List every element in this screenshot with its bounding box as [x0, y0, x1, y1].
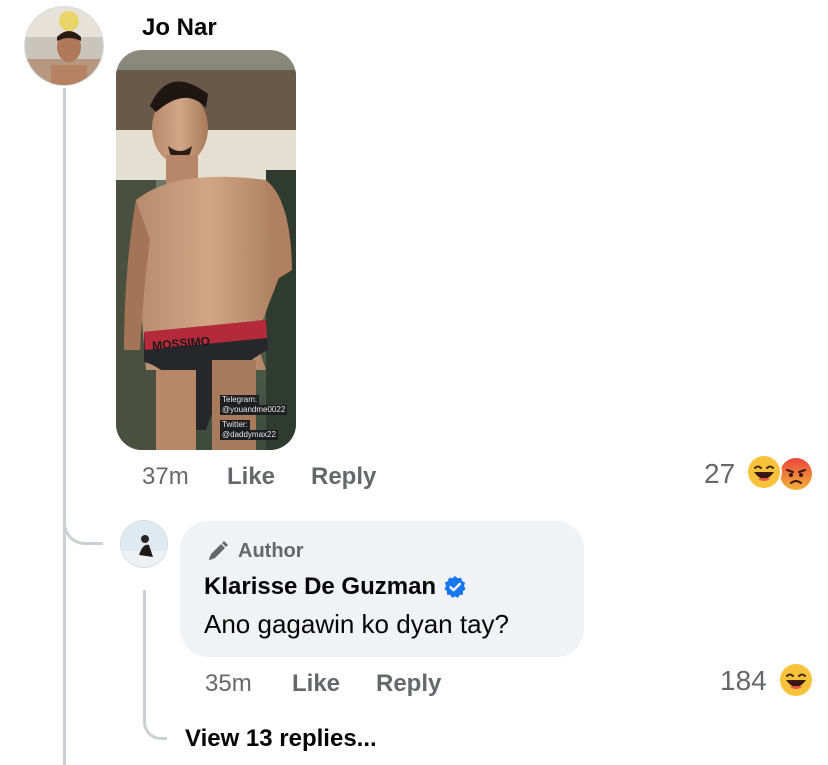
reply-reaction-count[interactable]: 184: [720, 665, 767, 697]
watermark-telegram-label: Telegram:: [220, 395, 260, 405]
reply-bubble: Author Klarisse De Guzman Ano gagawin ko…: [180, 521, 584, 657]
watermark-twitter-handle: @daddymax22: [220, 430, 278, 440]
thread-line-reply: [143, 590, 146, 700]
comment-photo-image: MOSSIMO: [116, 50, 296, 450]
verified-badge-icon: [444, 576, 466, 598]
laughing-emoji-icon: [780, 664, 812, 696]
laughing-emoji-icon: [748, 456, 780, 488]
commenter-name[interactable]: Jo Nar: [142, 14, 217, 42]
angry-emoji-icon: [780, 458, 812, 490]
comment-reply-button[interactable]: Reply: [311, 463, 376, 491]
comment-like-button[interactable]: Like: [227, 463, 275, 491]
commenter-avatar[interactable]: [24, 6, 104, 86]
reply-timestamp[interactable]: 35m: [205, 670, 252, 698]
watermark-twitter-label: Twitter:: [220, 420, 250, 430]
view-replies-link[interactable]: View 13 replies...: [185, 725, 377, 753]
reply-author-avatar[interactable]: [120, 520, 168, 568]
reply-author-name[interactable]: Klarisse De Guzman: [204, 573, 436, 601]
comment-photo[interactable]: MOSSIMO Telegram: @youandme0022 Twitter:…: [116, 50, 296, 450]
author-badge-label: Author: [238, 539, 304, 562]
reply-text: Ano gagawin ko dyan tay?: [204, 609, 509, 639]
pen-icon: [209, 541, 228, 560]
thread-connector-curve: [63, 505, 103, 545]
reply-like-button[interactable]: Like: [292, 670, 340, 698]
reply-author-avatar-image: [121, 521, 167, 567]
thread-line-main: [63, 88, 66, 765]
author-badge: Author: [206, 539, 304, 563]
reply-author-row: Klarisse De Guzman: [204, 573, 467, 601]
comment-reaction-count[interactable]: 27: [704, 458, 735, 490]
commenter-avatar-image: [25, 7, 103, 85]
comment-timestamp[interactable]: 37m: [142, 463, 189, 491]
watermark-telegram-handle: @youandme0022: [220, 405, 288, 415]
reply-reply-button[interactable]: Reply: [376, 670, 441, 698]
thread-connector-curve-replies: [143, 700, 167, 740]
